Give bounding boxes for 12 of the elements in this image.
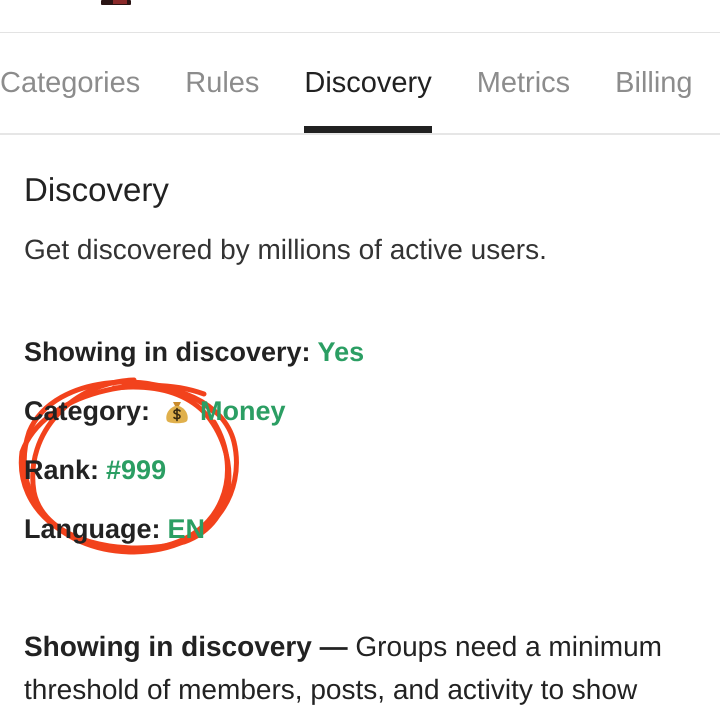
tab[interactable]: Rules: [185, 33, 260, 133]
detail-label: Showing in discovery:: [24, 336, 311, 370]
note-paragraph: Showing in discovery — Groups need a minimum threshold of members, posts, and activity to show: [24, 630, 663, 707]
cut-off-icon: [101, 0, 131, 5]
tab[interactable]: Billing: [615, 33, 693, 133]
detail-value: #999: [106, 454, 166, 488]
tab[interactable]: Categories: [0, 33, 140, 133]
tab[interactable]: Discovery: [304, 33, 432, 133]
detail-value: Yes: [318, 336, 364, 370]
section-description: Get discovered by millions of active users.: [24, 233, 548, 267]
section-title: Discovery: [24, 170, 170, 210]
tab[interactable]: Metrics: [476, 33, 570, 133]
